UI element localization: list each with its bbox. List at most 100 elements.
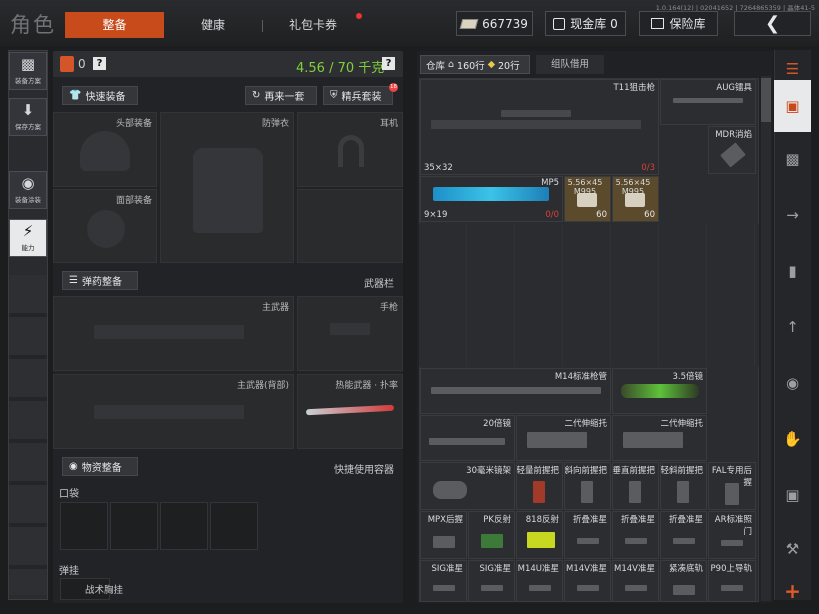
storage-item[interactable]: 5.56×45 M995 60	[612, 176, 659, 222]
again-button[interactable]: ↻ 再来一套	[245, 86, 317, 105]
pistol-slot-label: 手枪	[379, 303, 398, 313]
pocket-slot-1[interactable]	[60, 502, 108, 550]
loadout-plan-button[interactable]: ▩ 装备方案	[9, 52, 47, 90]
storage-item[interactable]: 二代伸缩托	[516, 415, 611, 461]
elite-kit-button[interactable]: ⛨ 精兵套装	[323, 86, 393, 105]
cash-vault-button[interactable]: 现金库 0	[545, 11, 626, 36]
storage-item[interactable]: T11狙击枪 35×32 0/3	[420, 79, 659, 175]
storage-item[interactable]: 斜向前握把	[564, 462, 611, 510]
safe-button[interactable]: 保险库	[639, 11, 718, 36]
storage-item[interactable]: 3.5倍镜	[612, 368, 707, 414]
storage-item[interactable]: MDR消焰	[708, 126, 756, 174]
primary-back-slot[interactable]: 主武器(背部)	[53, 374, 294, 449]
storage-item[interactable]: 二代伸缩托	[612, 415, 707, 461]
pistol-slot[interactable]: 手枪	[297, 296, 403, 371]
armor-category-icon[interactable]: ▩	[774, 140, 811, 178]
pocket-slot-4[interactable]	[210, 502, 258, 550]
storage-item[interactable]: 折叠准星	[660, 511, 707, 559]
storage-item[interactable]: SIG准星	[468, 560, 515, 602]
melee-slot-label: 热能武器 · 扑率	[335, 381, 398, 391]
storage-item[interactable]: 垂直前握把	[612, 462, 659, 510]
equipment-skin-button[interactable]: ◉ 装备涂装	[9, 171, 47, 209]
notification-dot	[356, 13, 362, 19]
primary-weapon-slot[interactable]: 主武器	[53, 296, 294, 371]
storage-item[interactable]: 轻量前握把	[516, 462, 563, 510]
head-slot-label: 头部装备	[115, 119, 152, 129]
currency-amount: 667739	[482, 16, 528, 31]
face-slot[interactable]: 面部装备	[53, 189, 157, 263]
storage-item[interactable]: M14标准枪管	[420, 368, 611, 414]
storage-item[interactable]: SIG准星	[420, 560, 467, 602]
supply-prep-button[interactable]: ◉ 物资整备	[62, 457, 138, 476]
storage-item[interactable]: 折叠准星	[612, 511, 659, 559]
page-title: 角色	[10, 13, 56, 37]
item-name: M14V准星	[614, 564, 655, 574]
storage-item[interactable]: 20倍镜	[420, 415, 515, 461]
item-name: 斜向前握把	[564, 466, 607, 476]
item-name: 5.56×45 M995	[615, 178, 651, 196]
item-name: 20倍镜	[483, 419, 511, 429]
weight-help-icon[interactable]: ?	[382, 57, 395, 70]
safe-icon	[651, 18, 665, 29]
armor-slot[interactable]: 防弹衣	[160, 112, 294, 263]
cash-vault-label: 现金库 0	[570, 17, 618, 31]
storage-scrollbar-thumb[interactable]	[761, 78, 771, 122]
tool-category-icon[interactable]: ⚒	[774, 530, 811, 568]
item-name: MP5	[541, 178, 559, 188]
item-name: 818反射	[525, 515, 559, 525]
storage-item[interactable]: M14V准星	[612, 560, 659, 602]
rail-icon	[721, 585, 743, 591]
all-items-icon[interactable]: ▣	[774, 80, 811, 132]
squad-borrow-tab[interactable]: 组队借用	[536, 55, 604, 74]
storage-item[interactable]: FAL专用后握	[708, 462, 756, 510]
ability-button[interactable]: ⚡ 能力	[9, 219, 47, 257]
quick-equip-button[interactable]: 👕 快速装备	[62, 86, 138, 105]
storage-item[interactable]: M14U准星	[516, 560, 563, 602]
reflex-sight-icon	[527, 532, 555, 548]
storage-item[interactable]: PK反射	[468, 511, 515, 559]
storage-item[interactable]: 紧凑底轨	[660, 560, 707, 602]
loadout-plan-label: 装备方案	[15, 77, 41, 85]
storage-item[interactable]: MP5 9×19 0/0	[420, 176, 563, 222]
storage-item[interactable]: AUG镭具	[660, 79, 756, 125]
storage-item[interactable]: 818反射	[516, 511, 563, 559]
storage-item[interactable]: M14V准星	[564, 560, 611, 602]
stock-icon	[623, 432, 683, 448]
sight-icon	[673, 538, 695, 544]
grip-category-icon[interactable]: ✋	[774, 420, 811, 458]
save-plan-button[interactable]: ⬇ 保存方案	[9, 98, 47, 136]
empty-slot[interactable]	[297, 189, 403, 263]
storage-tab[interactable]: 仓库 ⌂ 160行 ◆ 20行	[420, 55, 530, 74]
storage-scrollbar-track[interactable]	[761, 76, 771, 601]
ammo-category-icon[interactable]: ↑	[774, 308, 811, 346]
storage-item[interactable]: 折叠准星	[564, 511, 611, 559]
storage-item[interactable]: 轻斜前握把	[660, 462, 707, 510]
scope-category-icon[interactable]: ◉	[774, 364, 811, 402]
storage-item[interactable]: 5.56×45 M995 60	[564, 176, 611, 222]
help-icon[interactable]: ?	[93, 57, 106, 70]
pocket-slot-2[interactable]	[110, 502, 158, 550]
back-button[interactable]: ❮	[734, 11, 811, 36]
tab-gift-cards[interactable]: 礼包卡券	[272, 12, 354, 38]
face-slot-label: 面部装备	[115, 196, 152, 206]
tab-loadout[interactable]: 整备	[65, 12, 164, 38]
tab-health[interactable]: 健康	[170, 12, 256, 38]
storage-item[interactable]: MPX后握	[420, 511, 467, 559]
melee-blade-icon	[305, 404, 395, 416]
add-icon[interactable]: +	[774, 572, 811, 610]
head-slot[interactable]: 头部装备	[53, 112, 157, 187]
ear-slot[interactable]: 耳机	[297, 112, 403, 187]
currency-display[interactable]: 667739	[456, 11, 533, 36]
supplies-category-icon[interactable]: ▣	[774, 476, 811, 514]
storage-item[interactable]: P90上导轨	[708, 560, 756, 602]
storage-rows-extra: 20行	[498, 60, 520, 72]
melee-slot[interactable]: 热能武器 · 扑率	[297, 374, 403, 449]
item-name: AR标准照门	[714, 515, 752, 537]
storage-item[interactable]: AR标准照门	[708, 511, 756, 559]
magazine-category-icon[interactable]: ▮	[774, 252, 811, 290]
rifle-category-icon[interactable]: →	[774, 196, 811, 234]
storage-item[interactable]: 30毫米镜架	[420, 462, 515, 510]
storage-rows-main: 160行	[457, 60, 485, 72]
pocket-slot-3[interactable]	[160, 502, 208, 550]
ammo-prep-button[interactable]: ☰ 弹药整备	[62, 271, 138, 290]
